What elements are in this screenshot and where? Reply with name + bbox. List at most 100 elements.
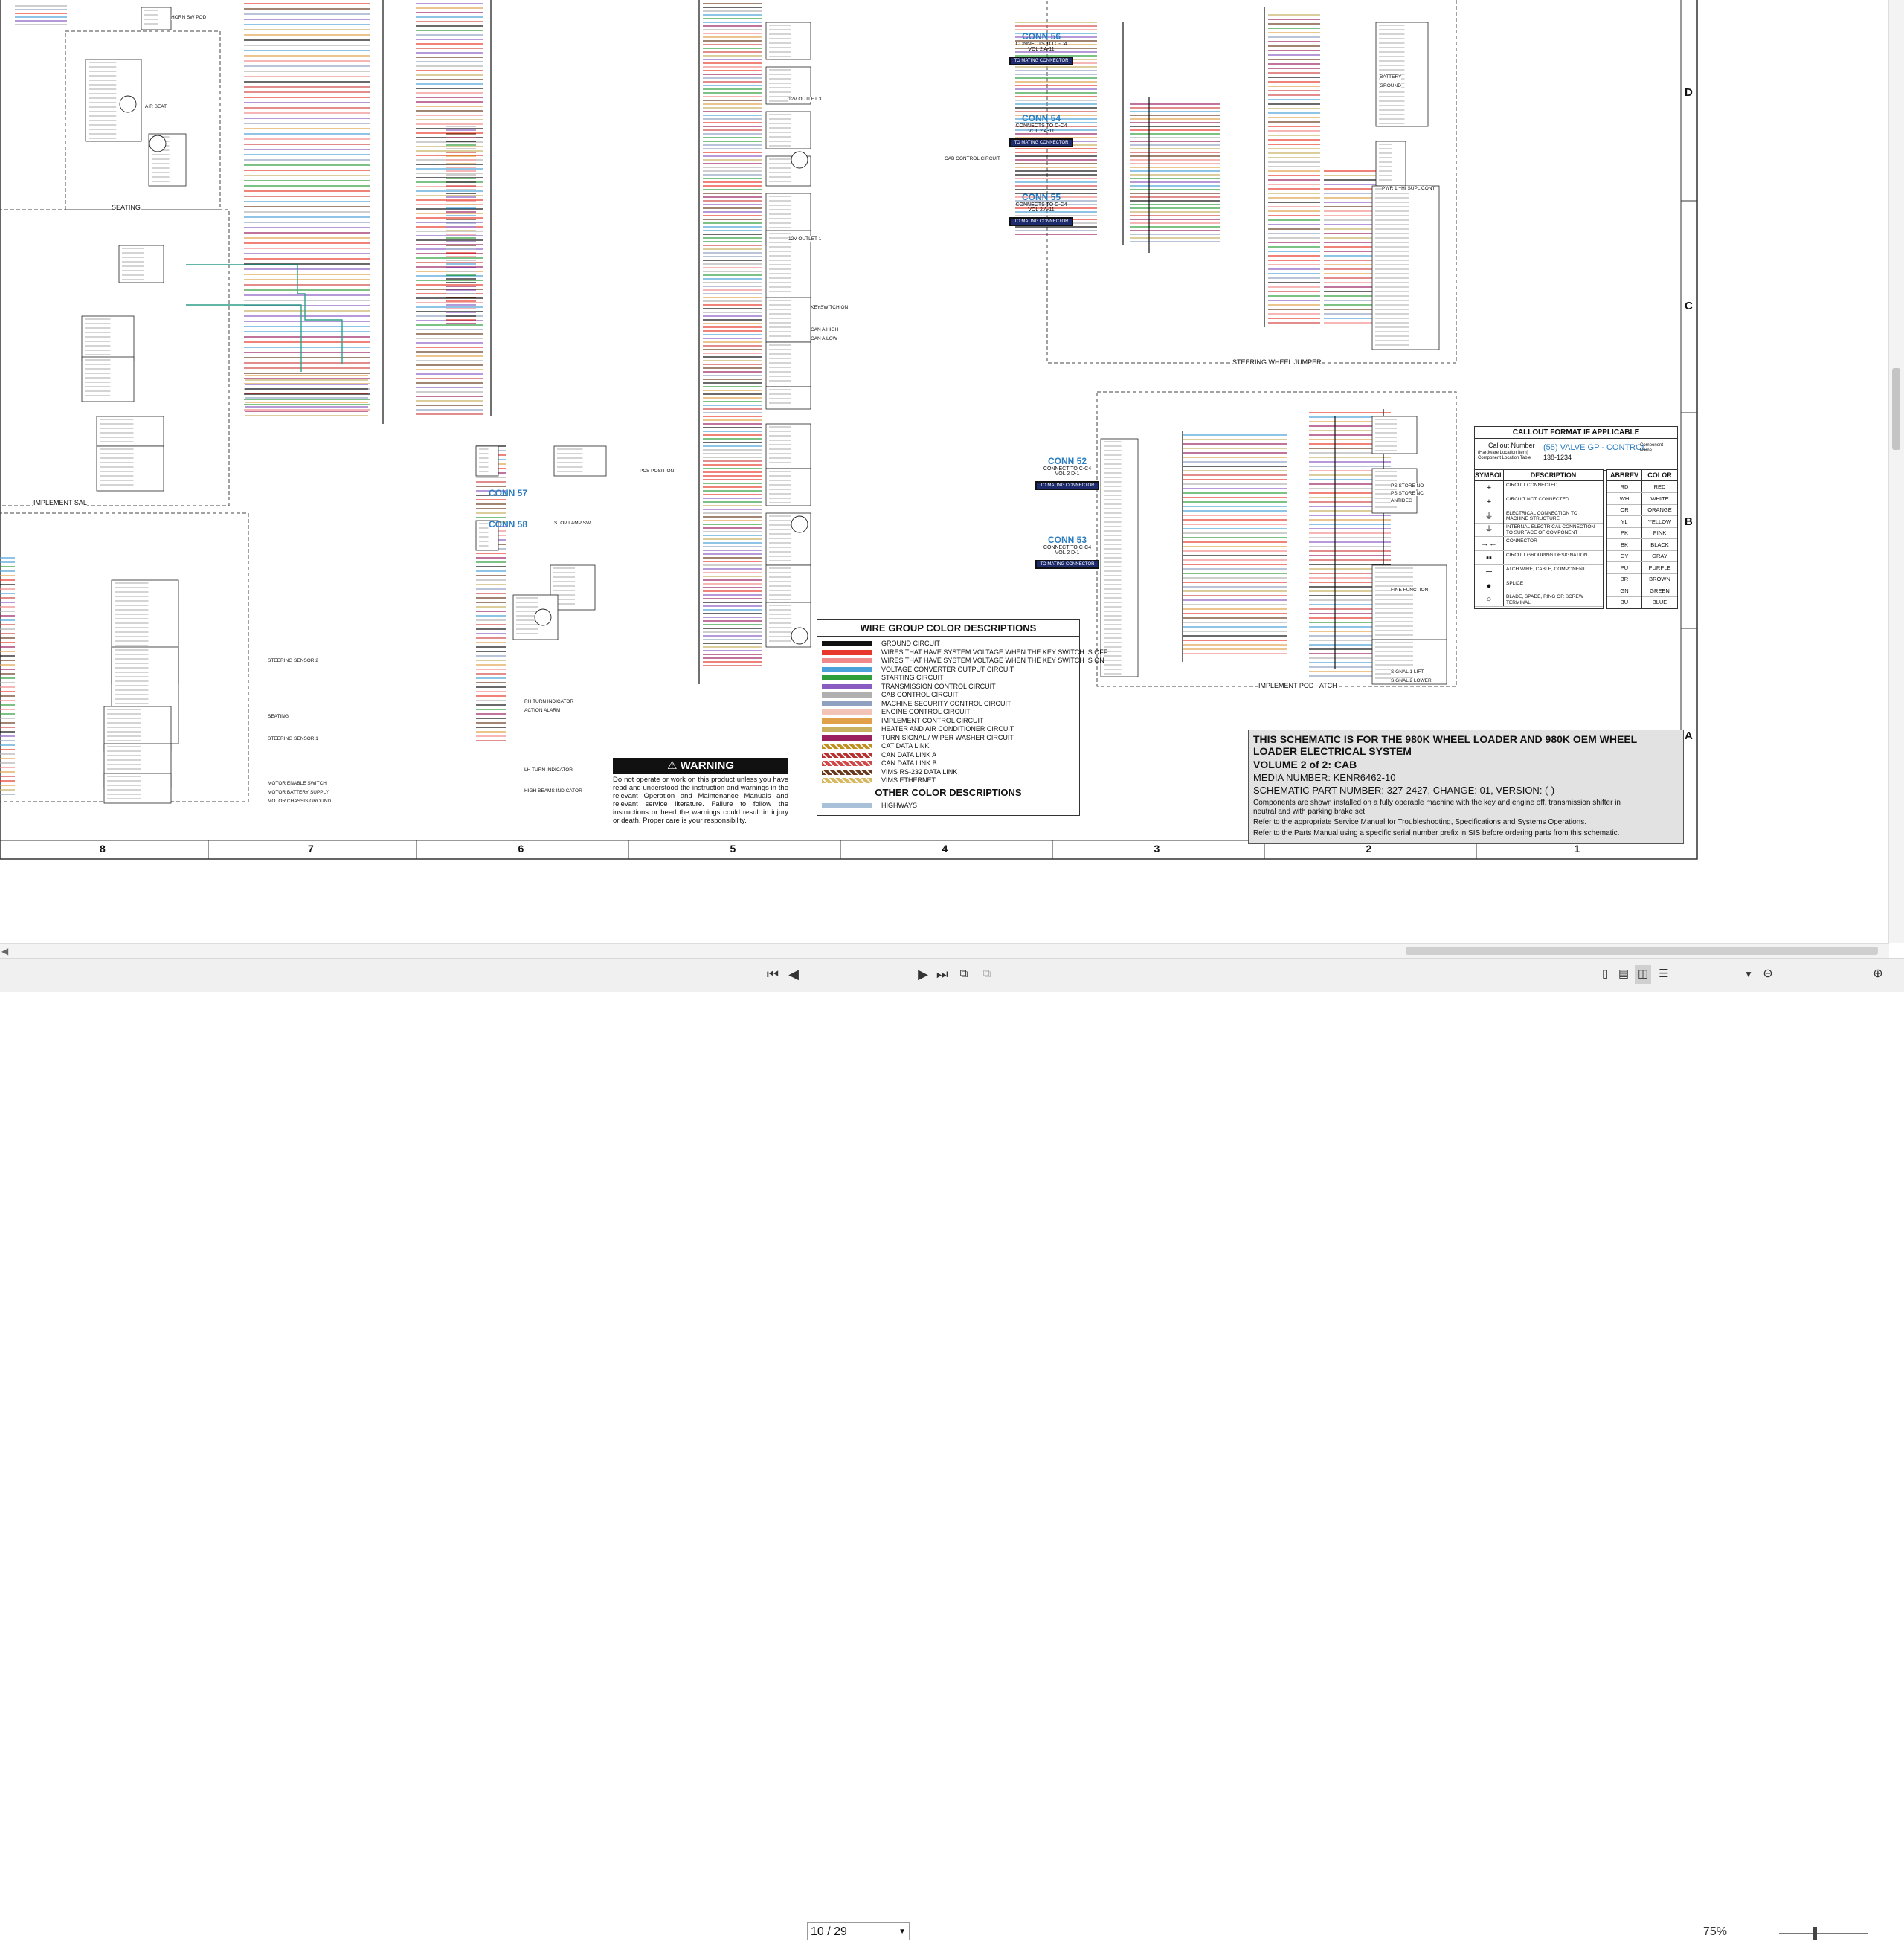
title-volume: VOLUME 2 of 2: CAB <box>1253 759 1357 770</box>
grid-row-label: D <box>1685 86 1693 99</box>
connector-callout[interactable]: CONN 57 <box>467 488 549 498</box>
horizontal-scroll-thumb[interactable] <box>1406 947 1878 955</box>
abbrev-row: PK PINK <box>1607 527 1677 539</box>
implement-pod-label: IMPLEMENT POD - ATCH <box>1258 682 1337 689</box>
component-label: HORN SW POD <box>171 15 207 20</box>
zoom-in-icon[interactable]: ⊕ <box>1870 965 1886 984</box>
zoom-slider[interactable] <box>1779 1933 1868 1934</box>
symbol-description: CIRCUIT GROUPING DESIGNATION <box>1506 553 1588 558</box>
wire-group-row: ENGINE CONTROL CIRCUIT <box>822 708 1075 716</box>
connector-callout[interactable]: CONN 56 CONNECTS TO C-C4 VOL 2 A-11 TO MATI… <box>1000 31 1082 65</box>
connector-callout[interactable]: CONN 58 <box>467 519 549 529</box>
wire-color-swatch <box>822 803 872 808</box>
mating-connector-badge: TO MATING CONNECTOR <box>1009 57 1073 65</box>
wire-color-swatch <box>822 778 872 783</box>
callout-example-part: 138-1234 <box>1543 454 1572 461</box>
page-indicator: 10 / 29 <box>811 1925 847 1938</box>
abbrev-row: YL YELLOW <box>1607 515 1677 528</box>
two-page-view-icon[interactable]: ◫ <box>1635 965 1651 984</box>
component-label: 12V OUTLET 3 <box>788 97 822 102</box>
component-label: 12V OUTLET 1 <box>788 236 822 242</box>
grid-column-label: 1 <box>1574 843 1580 854</box>
grid-column-label: 3 <box>1154 843 1160 854</box>
symbol-description: INTERNAL ELECTRICAL CONNECTION TO SURFAC… <box>1506 524 1595 535</box>
component-block <box>118 245 164 283</box>
wire-group-row: CAN DATA LINK A <box>822 751 1075 759</box>
next-page-icon[interactable]: ▶ <box>915 965 931 984</box>
grid-column-label: 7 <box>308 843 314 854</box>
grid-column-label: 2 <box>1366 843 1372 854</box>
page-number-field[interactable]: 10 / 29 ▼ <box>807 1922 910 1940</box>
connector-callout[interactable]: CONN 52 CONNECT TO C-C4 VOL 2 D-1 TO MATING… <box>1026 456 1108 490</box>
wire-color-swatch <box>822 641 872 646</box>
copy-page-icon[interactable]: ⧉ <box>956 965 972 984</box>
callout-format-box: CALLOUT FORMAT IF APPLICABLE Callout Num… <box>1474 426 1678 471</box>
abbrev-code: PU <box>1607 561 1642 573</box>
schematic-part-number: SCHEMATIC PART NUMBER: 327-2427, CHANGE:… <box>1253 785 1555 796</box>
component-label: ACTION ALARM <box>524 708 561 713</box>
zoom-slider-thumb[interactable] <box>1813 1927 1817 1940</box>
wire-group-row: VOLTAGE CONVERTER OUTPUT CIRCUIT <box>822 666 1075 674</box>
abbrev-row: WH WHITE <box>1607 492 1677 505</box>
component-block <box>1371 639 1447 685</box>
symbol-row: ○ BLADE, SPADE, RING OR SCREW TERMINAL <box>1475 593 1603 608</box>
wire-group-label: ENGINE CONTROL CIRCUIT <box>881 708 971 715</box>
wire-group-row: STARTING CIRCUIT <box>822 674 1075 682</box>
wire-group-label: CAB CONTROL CIRCUIT <box>881 691 959 698</box>
two-page-continuous-icon[interactable]: ☰ <box>1656 965 1672 984</box>
connector-name: CONN 53 <box>1047 535 1087 545</box>
wire-color-swatch <box>822 658 872 663</box>
symbol-row: ─ ATCH WIRE, CABLE, COMPONENT <box>1475 564 1603 579</box>
single-page-view-icon[interactable]: ▯ <box>1597 965 1613 984</box>
wire-group-label: VIMS RS-232 DATA LINK <box>881 767 958 776</box>
color-header: COLOR <box>1642 470 1677 481</box>
connector-name: CONN 56 <box>1021 31 1061 42</box>
grid-row-label: A <box>1685 730 1693 742</box>
wire-group-row: CAT DATA LINK <box>822 742 1075 750</box>
component-block <box>765 341 811 387</box>
steering-wheel-jumper-label: STEERING WHEEL JUMPER <box>1232 358 1322 366</box>
symbol-description: SPLICE <box>1506 580 1524 586</box>
continuous-view-icon[interactable]: ▤ <box>1615 965 1632 984</box>
abbrev-row: BK BLACK <box>1607 538 1677 551</box>
wire-color-swatch <box>822 752 872 758</box>
scroll-left-icon[interactable]: ◀ <box>1 946 8 956</box>
component-label: SIGNAL 2 LOWER <box>1391 678 1432 683</box>
copy-page-disabled-icon[interactable]: ⧉ <box>979 965 995 984</box>
wire-group-row: IMPLEMENT CONTROL CIRCUIT <box>822 717 1075 725</box>
chevron-down-icon[interactable]: ▼ <box>898 1923 906 1941</box>
symbol-glyph: →← <box>1475 537 1504 551</box>
horizontal-scrollbar[interactable]: ◀ <box>0 943 1889 959</box>
connector-volume: VOL 2 A-11 <box>1028 129 1055 134</box>
previous-page-icon[interactable]: ◀ <box>785 965 802 984</box>
bottom-toolbar: ⏮ ◀ 10 / 29 ▼ ▶ ⏭ ⧉ ⧉ ▯ ▤ ◫ ☰ 75% ▼ ⊖ ⊕ <box>0 958 1904 1940</box>
component-block <box>765 423 811 469</box>
wire-group-label: WIRES THAT HAVE SYSTEM VOLTAGE WHEN THE … <box>881 648 1108 656</box>
connector-callout[interactable]: CONN 54 CONNECTS TO C-C4 VOL 2 A-11 TO MATI… <box>1000 113 1082 147</box>
vertical-scroll-thumb[interactable] <box>1892 368 1900 450</box>
description-header: DESCRIPTION <box>1504 470 1603 481</box>
component-label: GROUND <box>1380 83 1401 88</box>
wire-group-row: HEATER AND AIR CONDITIONER CIRCUIT <box>822 725 1075 733</box>
component-block <box>765 111 811 149</box>
component-label: PS STORE NO <box>1391 483 1424 489</box>
wire-color-swatch <box>822 709 872 715</box>
connector-callout[interactable]: CONN 53 CONNECT TO C-C4 VOL 2 D-1 TO MATING… <box>1026 535 1108 569</box>
vertical-scrollbar[interactable] <box>1888 0 1904 943</box>
first-page-icon[interactable]: ⏮ <box>765 965 781 984</box>
connector-volume: VOL 2 A-11 <box>1028 47 1055 52</box>
zoom-dropdown-icon[interactable]: ▼ <box>1740 965 1757 984</box>
wire-group-label: CAT DATA LINK <box>881 742 930 750</box>
grid-column-label: 6 <box>518 843 524 854</box>
connector-callout[interactable]: CONN 55 CONNECTS TO C-C4 VOL 2 A-11 TO MATI… <box>1000 192 1082 226</box>
component-label: MOTOR ENABLE SWITCH <box>268 781 327 786</box>
component-label: MOTOR BATTERY SUPPLY <box>268 790 329 795</box>
document-viewport[interactable]: SEATING IMPLEMENT SAL STEERING WHEEL JUM… <box>0 0 1889 943</box>
motor-symbol <box>149 135 167 152</box>
last-page-icon[interactable]: ⏭ <box>934 965 951 984</box>
motor-symbol <box>119 95 137 113</box>
component-block <box>765 386 811 410</box>
wire-color-swatch <box>822 727 872 732</box>
zoom-out-icon[interactable]: ⊖ <box>1760 965 1776 984</box>
zoom-level[interactable]: 75% <box>1703 1925 1727 1939</box>
